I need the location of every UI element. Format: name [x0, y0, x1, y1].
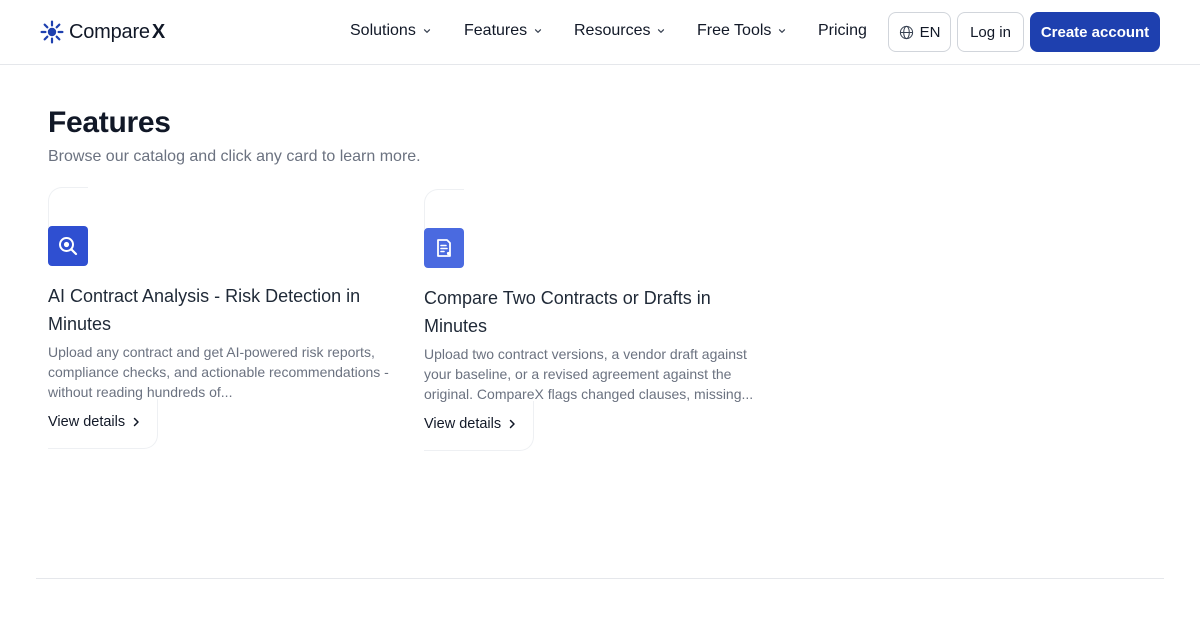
login-button[interactable]: Log in — [957, 12, 1024, 52]
footer-divider — [36, 578, 1164, 579]
nav-item-pricing[interactable]: Pricing — [818, 22, 867, 40]
feature-card-contract-analysis[interactable]: AI Contract Analysis - Risk Detection in… — [48, 187, 408, 451]
chevron-down-icon — [535, 29, 542, 33]
card-border — [48, 399, 158, 449]
page-title: Features — [48, 106, 171, 139]
nav-label: Resources — [574, 22, 651, 39]
document-icon — [437, 239, 451, 257]
sunburst-logo-icon — [40, 20, 64, 44]
nav-item-free-tools[interactable]: Free Tools — [697, 22, 786, 40]
nav-label: Features — [464, 22, 528, 39]
nav-label: Free Tools — [697, 22, 772, 39]
card-border — [424, 401, 534, 451]
brand-logo[interactable]: Compare X — [40, 20, 165, 44]
chevron-down-icon — [779, 29, 786, 33]
card-border — [424, 189, 464, 229]
nav-item-features[interactable]: Features — [464, 22, 542, 40]
create-account-button[interactable]: Create account — [1030, 12, 1160, 52]
card-icon-tile — [424, 228, 464, 268]
card-description: Upload any contract and get AI-powered r… — [48, 344, 389, 400]
card-title: Compare Two Contracts or Drafts in Minut… — [424, 288, 711, 336]
brand-name: Compare — [69, 20, 150, 43]
language-selector[interactable]: EN — [888, 12, 951, 52]
brand-suffix: X — [151, 20, 166, 43]
card-icon-tile — [48, 226, 88, 266]
card-border — [48, 187, 88, 227]
page-subtitle: Browse our catalog and click any card to… — [48, 148, 421, 165]
chevron-down-icon — [423, 29, 430, 33]
magnifier-icon — [59, 237, 78, 256]
nav-item-solutions[interactable]: Solutions — [350, 22, 431, 40]
language-label: EN — [919, 23, 941, 41]
site-header: Compare X Solutions Features Resources Fr… — [0, 0, 1200, 65]
chevron-down-icon — [658, 29, 665, 33]
card-description: Upload two contract versions, a vendor d… — [424, 346, 754, 402]
nav-item-resources[interactable]: Resources — [574, 22, 665, 40]
globe-icon — [899, 25, 913, 39]
feature-card-compare-contracts[interactable]: Compare Two Contracts or Drafts in Minut… — [424, 189, 784, 453]
nav-label: Solutions — [350, 22, 416, 39]
card-title: AI Contract Analysis - Risk Detection in… — [48, 286, 361, 334]
nav-label: Pricing — [818, 22, 867, 39]
